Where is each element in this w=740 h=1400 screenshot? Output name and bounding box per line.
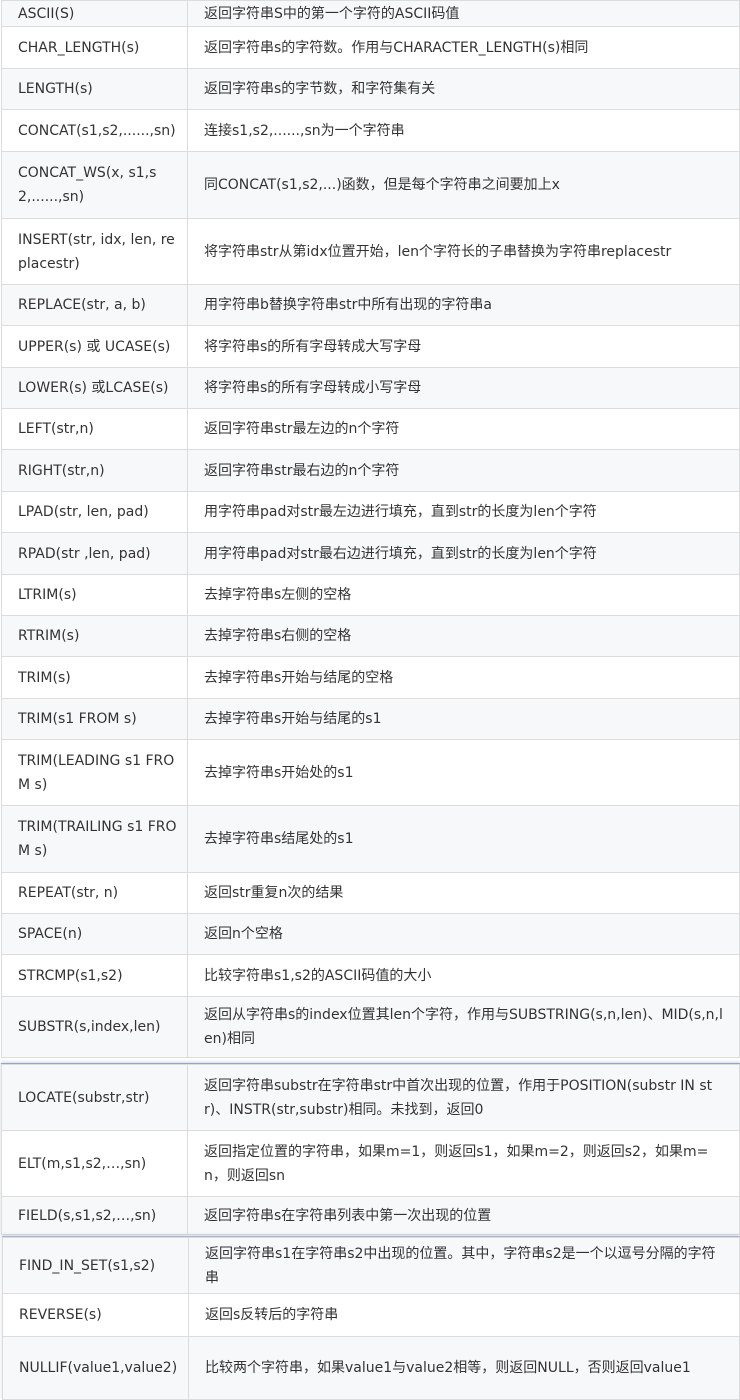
table-row: LEFT(str,n) 返回字符串str最左边的n个字符 bbox=[1, 408, 740, 450]
function-description-cell: 返回字符串s的字符数。作用与CHARACTER_LENGTH(s)相同 bbox=[187, 26, 740, 69]
function-name-cell: REPEAT(str, n) bbox=[1, 872, 188, 914]
table-row: LTRIM(s) 去掉字符串s左侧的空格 bbox=[1, 574, 740, 616]
function-description-cell: 去掉字符串s开始与结尾的空格 bbox=[187, 656, 740, 699]
function-name-cell: UPPER(s) 或 UCASE(s) bbox=[1, 325, 188, 368]
function-name-cell: RPAD(str ,len, pad) bbox=[1, 532, 188, 575]
function-description-cell: 比较字符串s1,s2的ASCII码值的大小 bbox=[187, 954, 740, 997]
function-table-section-2: LOCATE(substr,str) 返回字符串substr在字符串str中首次出… bbox=[1, 1063, 740, 1235]
function-name-cell: LOCATE(substr,str) bbox=[1, 1064, 188, 1131]
function-name-cell: CONCAT(s1,s2,......,sn) bbox=[1, 109, 188, 152]
table-row: ASCII(S) 返回字符串S中的第一个字符的ASCII码值 bbox=[1, 0, 740, 27]
function-name-cell: CHAR_LENGTH(s) bbox=[1, 26, 188, 69]
function-name-cell: TRIM(s1 FROM s) bbox=[1, 698, 188, 740]
function-description-cell: 连接s1,s2,......,sn为一个字符串 bbox=[187, 109, 740, 152]
function-description-cell: 返回从字符串s的index位置其len个字符，作用与SUBSTRING(s,n,… bbox=[187, 996, 740, 1058]
function-name-cell: INSERT(str, idx, len, replacestr) bbox=[1, 218, 188, 285]
function-description-cell: 返回字符串s的字节数，和字符集有关 bbox=[187, 68, 740, 110]
table-row: REPLACE(str, a, b) 用字符串b替换字符串str中所有出现的字符串… bbox=[1, 284, 740, 326]
table-row: TRIM(s) 去掉字符串s开始与结尾的空格 bbox=[1, 656, 740, 699]
table-row: TRIM(LEADING s1 FROM s) 去掉字符串s开始处的s1 bbox=[1, 739, 740, 806]
function-description-cell: 将字符串s的所有字母转成大写字母 bbox=[187, 325, 740, 368]
function-name-cell: NULLIF(value1,value2) bbox=[2, 1336, 189, 1400]
table-row: REPEAT(str, n) 返回str重复n次的结果 bbox=[1, 872, 740, 914]
function-table-section-3: FIND_IN_SET(s1,s2) 返回字符串s1在字符串s2中出现的位置。其中… bbox=[2, 1236, 740, 1400]
function-description-cell: 返回s反转后的字符串 bbox=[188, 1293, 740, 1337]
function-description-cell: 返回字符串s在字符串列表中第一次出现的位置 bbox=[187, 1196, 740, 1235]
function-description-cell: 返回字符串s1在字符串s2中出现的位置。其中，字符串s2是一个以逗号分隔的字符串 bbox=[188, 1237, 740, 1294]
function-name-cell: FIELD(s,s1,s2,…,sn) bbox=[1, 1196, 188, 1235]
function-name-cell: LTRIM(s) bbox=[1, 574, 188, 616]
function-table-section-1: ASCII(S) 返回字符串S中的第一个字符的ASCII码值 CHAR_LENGTH… bbox=[1, 0, 740, 1058]
table-row: NULLIF(value1,value2) 比较两个字符串，如果value1与va… bbox=[2, 1336, 740, 1400]
table-row: RTRIM(s) 去掉字符串s右侧的空格 bbox=[1, 615, 740, 657]
function-description-cell: 去掉字符串s右侧的空格 bbox=[187, 615, 740, 657]
table-row: LENGTH(s) 返回字符串s的字节数，和字符集有关 bbox=[1, 68, 740, 110]
function-description-cell: 去掉字符串s开始处的s1 bbox=[187, 739, 740, 806]
function-name-cell: TRIM(TRAILING s1 FROM s) bbox=[1, 805, 188, 873]
table-row: FIND_IN_SET(s1,s2) 返回字符串s1在字符串s2中出现的位置。其中… bbox=[2, 1237, 740, 1294]
function-description-cell: 返回字符串str最右边的n个字符 bbox=[187, 449, 740, 492]
table-row: CHAR_LENGTH(s) 返回字符串s的字符数。作用与CHARACTER_LE… bbox=[1, 26, 740, 69]
function-description-cell: 返回指定位置的字符串，如果m=1，则返回s1，如果m=2，则返回s2，如果m=n… bbox=[187, 1130, 740, 1197]
function-name-cell: LENGTH(s) bbox=[1, 68, 188, 110]
string-function-table: ASCII(S) 返回字符串S中的第一个字符的ASCII码值 CHAR_LENGTH… bbox=[1, 0, 740, 1058]
function-description-cell: 用字符串b替换字符串str中所有出现的字符串a bbox=[187, 284, 740, 326]
function-description-cell: 返回字符串substr在字符串str中首次出现的位置，作用于POSITION(s… bbox=[187, 1064, 740, 1131]
table-row: RIGHT(str,n) 返回字符串str最右边的n个字符 bbox=[1, 449, 740, 492]
function-name-cell: ASCII(S) bbox=[1, 0, 188, 27]
table-row: LOCATE(substr,str) 返回字符串substr在字符串str中首次出… bbox=[1, 1064, 740, 1131]
function-name-cell: LEFT(str,n) bbox=[1, 408, 188, 450]
function-description-cell: 同CONCAT(s1,s2,...)函数，但是每个字符串之间要加上x bbox=[187, 151, 740, 219]
function-description-cell: 去掉字符串s左侧的空格 bbox=[187, 574, 740, 616]
table-row: CONCAT(s1,s2,......,sn) 连接s1,s2,......,sn… bbox=[1, 109, 740, 152]
table-row: FIELD(s,s1,s2,…,sn) 返回字符串s在字符串列表中第一次出现的位置 bbox=[1, 1196, 740, 1235]
function-description-cell: 用字符串pad对str最左边进行填充，直到str的长度为len个字符 bbox=[187, 491, 740, 533]
table-row: CONCAT_WS(x, s1,s2,......,sn) 同CONCAT(s1,… bbox=[1, 151, 740, 219]
function-name-cell: REPLACE(str, a, b) bbox=[1, 284, 188, 326]
table-row: ELT(m,s1,s2,…,sn) 返回指定位置的字符串，如果m=1，则返回s1，… bbox=[1, 1130, 740, 1197]
function-description-cell: 返回字符串str最左边的n个字符 bbox=[187, 408, 740, 450]
table-row: TRIM(s1 FROM s) 去掉字符串s开始与结尾的s1 bbox=[1, 698, 740, 740]
table-row: TRIM(TRAILING s1 FROM s) 去掉字符串s结尾处的s1 bbox=[1, 805, 740, 873]
function-name-cell: FIND_IN_SET(s1,s2) bbox=[2, 1237, 189, 1294]
function-name-cell: TRIM(LEADING s1 FROM s) bbox=[1, 739, 188, 806]
function-description-cell: 比较两个字符串，如果value1与value2相等，则返回NULL，否则返回va… bbox=[188, 1336, 740, 1400]
function-name-cell: SPACE(n) bbox=[1, 913, 188, 955]
function-name-cell: REVERSE(s) bbox=[2, 1293, 189, 1337]
function-name-cell: RIGHT(str,n) bbox=[1, 449, 188, 492]
table-row: LPAD(str, len, pad) 用字符串pad对str最左边进行填充，直到… bbox=[1, 491, 740, 533]
table-row: SPACE(n) 返回n个空格 bbox=[1, 913, 740, 955]
table-row: RPAD(str ,len, pad) 用字符串pad对str最右边进行填充，直到… bbox=[1, 532, 740, 575]
function-description-cell: 将字符串s的所有字母转成小写字母 bbox=[187, 367, 740, 409]
function-description-cell: 去掉字符串s开始与结尾的s1 bbox=[187, 698, 740, 740]
function-name-cell: LOWER(s) 或LCASE(s) bbox=[1, 367, 188, 409]
function-description-cell: 返回n个空格 bbox=[187, 913, 740, 955]
table-row: INSERT(str, idx, len, replacestr) 将字符串str… bbox=[1, 218, 740, 285]
table-row: STRCMP(s1,s2) 比较字符串s1,s2的ASCII码值的大小 bbox=[1, 954, 740, 997]
function-name-cell: STRCMP(s1,s2) bbox=[1, 954, 188, 997]
function-name-cell: SUBSTR(s,index,len) bbox=[1, 996, 188, 1058]
function-description-cell: 去掉字符串s结尾处的s1 bbox=[187, 805, 740, 873]
function-description-cell: 用字符串pad对str最右边进行填充，直到str的长度为len个字符 bbox=[187, 532, 740, 575]
function-name-cell: TRIM(s) bbox=[1, 656, 188, 699]
table-row: UPPER(s) 或 UCASE(s) 将字符串s的所有字母转成大写字母 bbox=[1, 325, 740, 368]
table-row: LOWER(s) 或LCASE(s) 将字符串s的所有字母转成小写字母 bbox=[1, 367, 740, 409]
string-function-table: LOCATE(substr,str) 返回字符串substr在字符串str中首次出… bbox=[1, 1064, 740, 1235]
function-description-cell: 返回字符串S中的第一个字符的ASCII码值 bbox=[187, 0, 740, 27]
function-name-cell: LPAD(str, len, pad) bbox=[1, 491, 188, 533]
string-function-table: FIND_IN_SET(s1,s2) 返回字符串s1在字符串s2中出现的位置。其中… bbox=[2, 1237, 740, 1400]
function-description-cell: 将字符串str从第idx位置开始，len个字符长的子串替换为字符串replace… bbox=[187, 218, 740, 285]
table-row: REVERSE(s) 返回s反转后的字符串 bbox=[2, 1293, 740, 1337]
function-description-cell: 返回str重复n次的结果 bbox=[187, 872, 740, 914]
function-name-cell: CONCAT_WS(x, s1,s2,......,sn) bbox=[1, 151, 188, 219]
table-row: SUBSTR(s,index,len) 返回从字符串s的index位置其len个字… bbox=[1, 996, 740, 1058]
function-name-cell: ELT(m,s1,s2,…,sn) bbox=[1, 1130, 188, 1197]
function-name-cell: RTRIM(s) bbox=[1, 615, 188, 657]
